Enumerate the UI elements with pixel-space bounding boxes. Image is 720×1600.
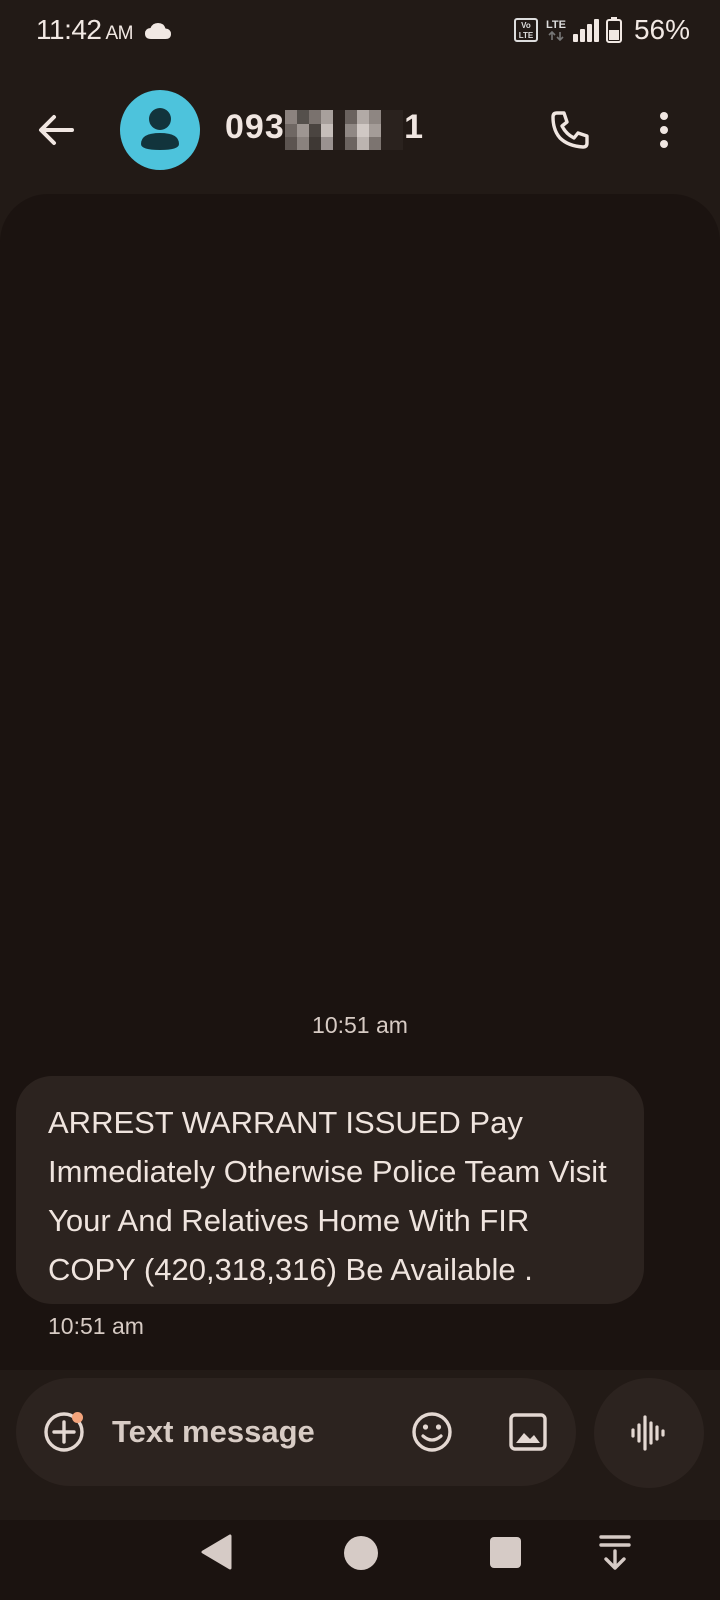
system-nav-bar [0, 1520, 720, 1600]
voice-waveform-icon [631, 1415, 665, 1451]
message-timestamp: 10:51 am [48, 1313, 144, 1339]
svg-text:Vo: Vo [521, 21, 531, 30]
attachment-indicator-dot [72, 1412, 83, 1423]
status-icons: Vo LTE LTE 56% [513, 14, 690, 46]
notification-pull-icon[interactable] [598, 1534, 632, 1570]
data-arrows-icon [548, 30, 564, 41]
lte-icon: LTE [545, 18, 566, 41]
nav-back-icon[interactable] [200, 1534, 232, 1570]
battery-percent: 56% [633, 14, 690, 45]
voice-message-button[interactable] [594, 1378, 704, 1488]
back-arrow-icon[interactable] [34, 108, 78, 152]
phone-icon[interactable] [548, 108, 592, 152]
person-icon [141, 108, 179, 150]
volte-icon: Vo LTE [513, 18, 538, 42]
status-clock: 11:42 [36, 14, 102, 45]
emoji-icon[interactable] [410, 1410, 454, 1454]
status-bar: 11:42 AM Vo LTE LTE 56% [0, 0, 720, 60]
svg-text:LTE: LTE [519, 31, 534, 40]
battery-icon [605, 17, 622, 43]
message-text: ARREST WARRANT ISSUED Pay Immediately Ot… [48, 1105, 607, 1287]
redaction-mosaic [285, 110, 403, 150]
nav-recents-icon[interactable] [490, 1537, 521, 1568]
conversation-header: 0939999951 [0, 80, 720, 180]
message-composer [16, 1378, 576, 1486]
avatar[interactable] [120, 90, 200, 170]
nav-home-icon[interactable] [344, 1536, 378, 1570]
date-separator: 10:51 am [312, 1012, 408, 1038]
image-icon[interactable] [506, 1410, 550, 1454]
status-ampm: AM [105, 23, 134, 44]
message-bubble[interactable]: ARREST WARRANT ISSUED Pay Immediately Ot… [16, 1076, 644, 1304]
more-vertical-icon[interactable] [646, 108, 682, 152]
message-input[interactable] [112, 1408, 382, 1456]
lte-label: LTE [545, 18, 566, 31]
signal-icon [572, 19, 599, 42]
cloud-icon [145, 23, 171, 39]
messages-screen: 11:42 AM Vo LTE LTE 56% 10:51 am ARREST … [0, 0, 720, 1600]
status-time: 11:42 AM [36, 14, 133, 46]
